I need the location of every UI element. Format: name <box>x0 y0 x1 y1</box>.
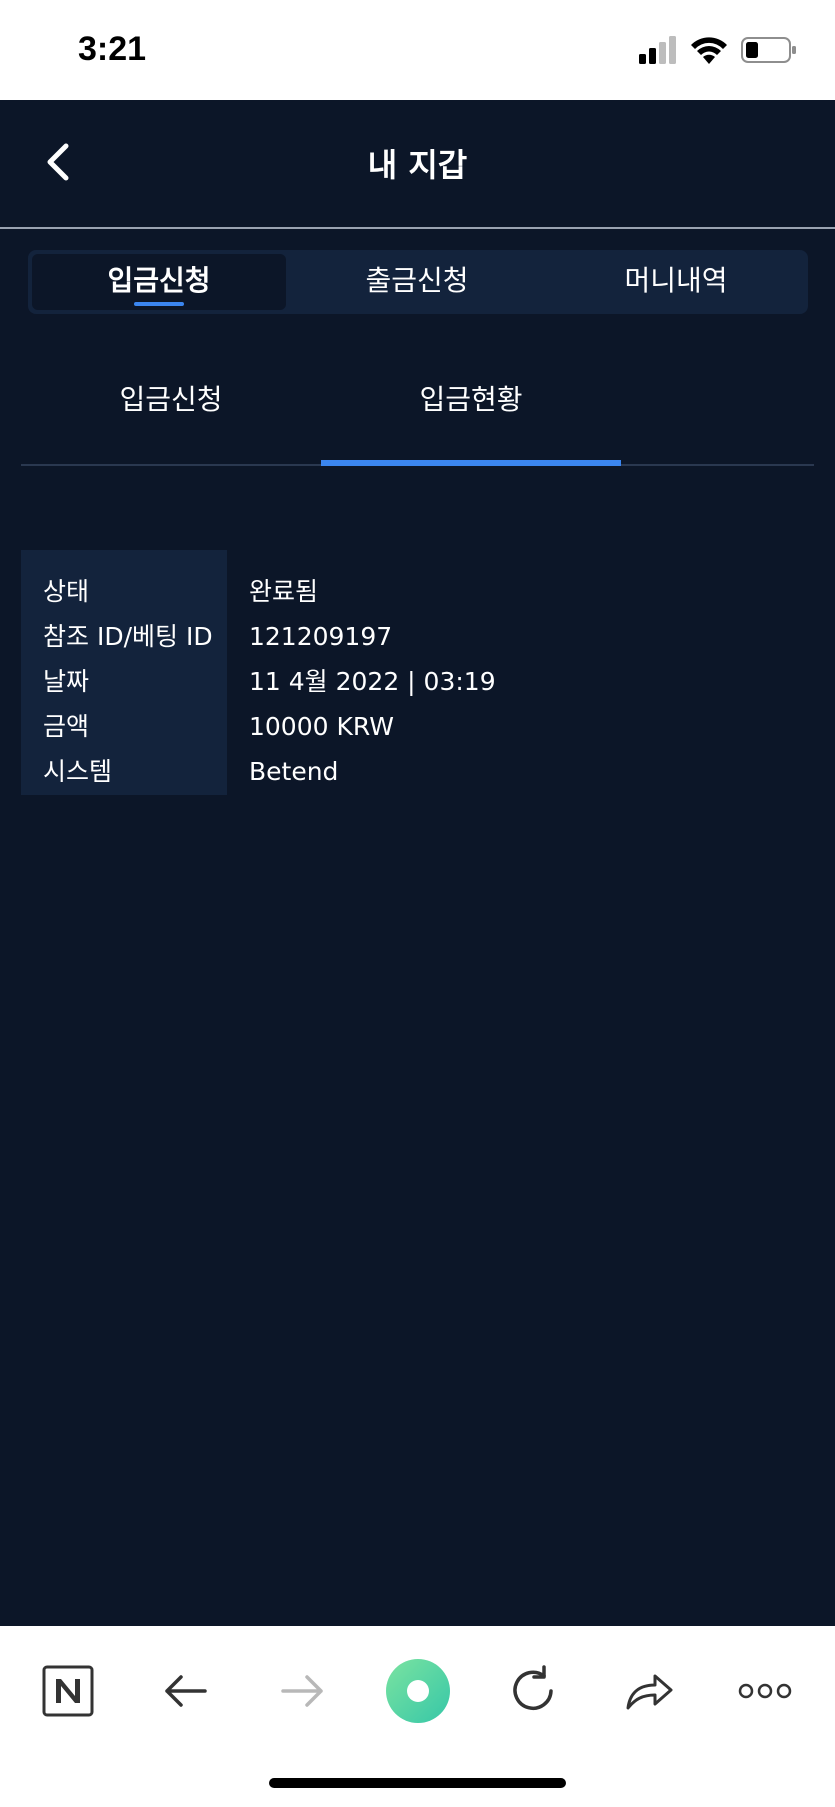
refresh-button[interactable] <box>498 1656 568 1726</box>
browser-back-button[interactable] <box>151 1656 221 1726</box>
detail-label: 참조 ID/베팅 ID <box>43 622 213 651</box>
active-tab-indicator <box>134 302 184 306</box>
deposit-subtabs: 입금신청 입금현황 <box>21 340 814 466</box>
detail-value: 121209197 <box>249 622 393 651</box>
tab-money-history[interactable]: 머니내역 <box>548 254 804 310</box>
page-title: 내 지갑 <box>367 146 468 184</box>
battery-icon <box>741 37 796 63</box>
tab-label: 출금신청 <box>365 264 469 297</box>
detail-label: 시스템 <box>43 757 113 786</box>
share-button[interactable] <box>614 1656 684 1726</box>
tab-withdraw-request[interactable]: 출금신청 <box>290 254 544 310</box>
wifi-icon <box>691 37 727 64</box>
detail-value: 10000 KRW <box>249 712 394 741</box>
more-button[interactable] <box>730 1656 800 1726</box>
tab-deposit-request[interactable]: 입금신청 <box>32 254 286 310</box>
browser-forward-button[interactable] <box>267 1656 337 1726</box>
status-bar: 3:21 <box>0 0 835 100</box>
green-circle-icon <box>386 1659 450 1723</box>
detail-value: 11 4월 2022 | 03:19 <box>249 667 496 696</box>
subtab-label: 입금현황 <box>419 383 523 416</box>
subtab-deposit-status[interactable]: 입금현황 <box>321 340 621 466</box>
detail-value: Betend <box>249 757 339 786</box>
status-time: 3:21 <box>78 30 147 68</box>
more-icon <box>738 1683 792 1699</box>
back-arrow-icon <box>165 1675 207 1707</box>
wallet-tabs: 입금신청 출금신청 머니내역 <box>28 250 808 314</box>
forward-arrow-icon <box>281 1675 323 1707</box>
detail-label: 날짜 <box>43 667 90 696</box>
tab-label: 입금신청 <box>107 264 211 297</box>
browser-toolbar <box>0 1626 835 1807</box>
detail-label: 상태 <box>43 577 90 606</box>
app-header: 내 지갑 <box>0 100 835 229</box>
tab-label: 머니내역 <box>624 264 728 297</box>
signal-icon <box>639 36 676 64</box>
subtab-label: 입금신청 <box>119 383 223 416</box>
naver-home-button[interactable] <box>33 1656 103 1726</box>
detail-label: 금액 <box>43 712 90 741</box>
naver-n-icon <box>42 1665 94 1717</box>
refresh-icon <box>513 1665 553 1711</box>
subtab-deposit-request[interactable]: 입금신청 <box>21 340 321 464</box>
share-icon <box>626 1674 673 1710</box>
home-indicator <box>269 1778 566 1788</box>
detail-value: 완료됨 <box>249 577 319 606</box>
green-dot-button[interactable] <box>383 1656 453 1726</box>
